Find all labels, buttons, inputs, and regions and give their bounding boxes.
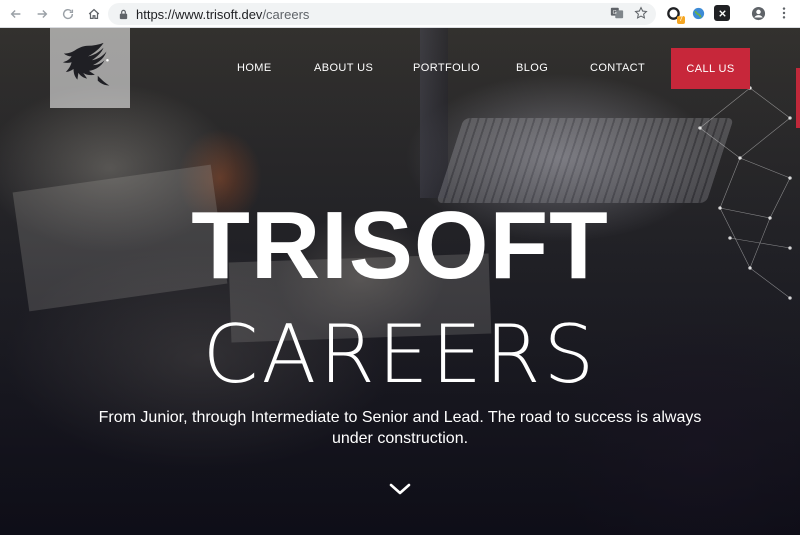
- reload-icon: [62, 8, 74, 19]
- nav-link-contact[interactable]: CONTACT: [590, 62, 645, 74]
- x-icon: [718, 9, 726, 17]
- extension-globe-button[interactable]: [690, 5, 706, 21]
- nav-link-home[interactable]: HOME: [237, 62, 272, 74]
- kebab-menu-icon: [782, 7, 786, 19]
- forward-button[interactable]: [32, 4, 52, 24]
- hero-tagline: From Junior, through Intermediate to Sen…: [98, 409, 702, 447]
- browser-menu-button[interactable]: [776, 5, 792, 21]
- url-domain: https://www.trisoft.dev: [136, 6, 263, 22]
- translate-icon[interactable]: G: [610, 6, 624, 20]
- nav-link-portfolio[interactable]: PORTFOLIO: [413, 62, 480, 74]
- reload-button[interactable]: [58, 4, 78, 24]
- browser-toolbar: https://www.trisoft.dev/careers G 7: [0, 0, 800, 28]
- lock-icon: [119, 9, 128, 19]
- home-icon: [88, 8, 100, 19]
- extension-x-button[interactable]: [714, 5, 730, 21]
- extension-button[interactable]: 7: [665, 5, 685, 24]
- account-icon: [751, 6, 765, 20]
- nav-link-blog[interactable]: BLOG: [516, 62, 548, 74]
- address-bar[interactable]: https://www.trisoft.dev/careers G: [108, 3, 656, 25]
- globe-icon: [692, 7, 704, 19]
- hero-subtitle: CAREERS: [202, 308, 598, 401]
- home-button[interactable]: [84, 4, 104, 24]
- nav-link-about-us[interactable]: ABOUT US: [314, 62, 373, 74]
- extension-badge: 7: [677, 16, 685, 24]
- profile-button[interactable]: [750, 5, 766, 21]
- url-path: /careers: [262, 6, 310, 22]
- star-icon[interactable]: [634, 6, 648, 20]
- arrow-right-icon: [37, 9, 48, 18]
- call-us-button[interactable]: CALL US: [671, 48, 750, 89]
- back-button[interactable]: [6, 4, 26, 24]
- hero-section: HOME ABOUT US PORTFOLIO BLOG CONTACT CAL…: [0, 28, 800, 535]
- main-navigation: HOME ABOUT US PORTFOLIO BLOG CONTACT CAL…: [0, 28, 800, 110]
- svg-text:G: G: [613, 10, 617, 16]
- scroll-down-button[interactable]: [387, 480, 413, 498]
- arrow-left-icon: [10, 9, 21, 18]
- chevron-down-icon: [389, 483, 411, 495]
- hero-title: TRISOFT: [191, 192, 609, 299]
